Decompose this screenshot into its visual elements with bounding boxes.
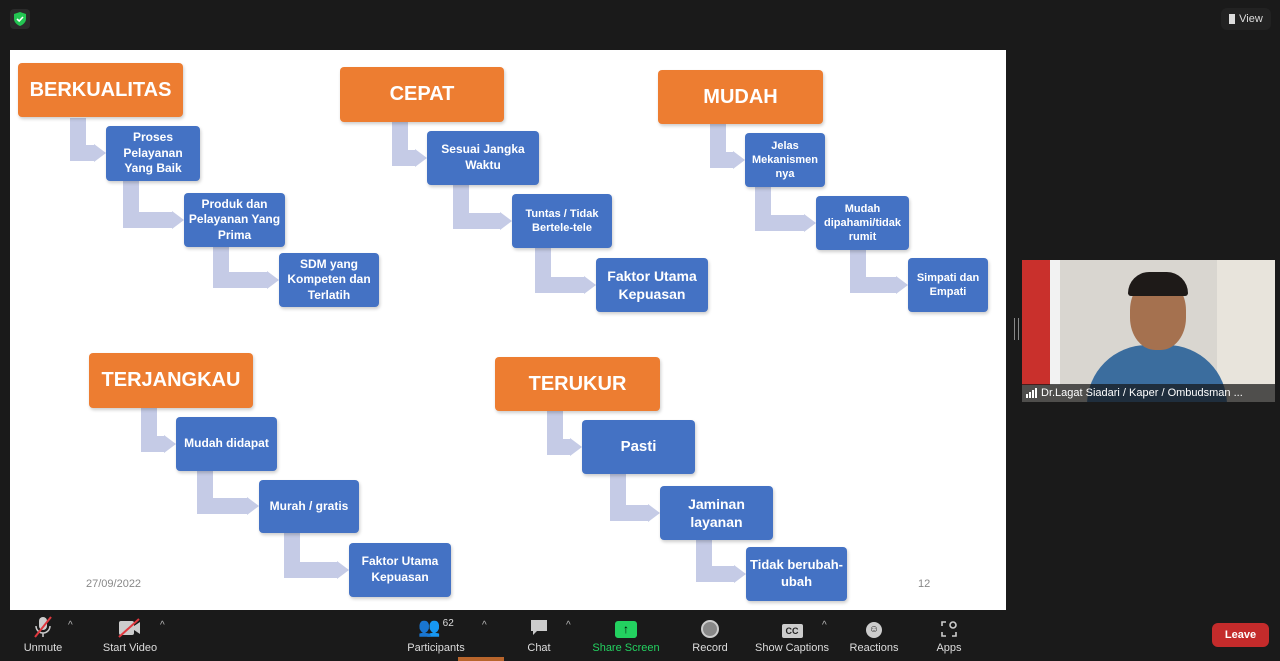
box-sdm: SDM yang Kompeten dan Terlatih [279, 253, 379, 307]
chat-caret-icon[interactable]: ^ [566, 620, 571, 631]
chat-button[interactable]: Chat [519, 610, 559, 661]
captions-icon: CC [754, 610, 830, 638]
panel-resize-handle[interactable] [1014, 318, 1019, 340]
participants-button[interactable]: 👥 62 Participants [404, 610, 468, 661]
shared-slide: BERKUALITAS CEPAT MUDAH TERJANGKAU TERUK… [10, 50, 1006, 610]
show-captions-button[interactable]: CC Show Captions [754, 610, 830, 661]
box-mudah-didapat: Mudah didapat [176, 417, 277, 471]
elbow-arrow [213, 247, 279, 289]
captions-caret-icon[interactable]: ^ [822, 620, 827, 631]
header-mudah: MUDAH [658, 70, 823, 124]
box-faktor-utama-cepat: Faktor Utama Kepuasan [596, 258, 708, 312]
elbow-arrow [123, 181, 184, 229]
elbow-arrow [392, 122, 427, 167]
elbow-arrow [755, 187, 816, 232]
elbow-arrow [70, 118, 106, 162]
video-options-caret-icon[interactable]: ^ [160, 620, 165, 631]
meeting-toolbar: Unmute ^ Start Video ^ 👥 62 Participants … [0, 610, 1280, 661]
box-pasti: Pasti [582, 420, 695, 474]
leave-button[interactable]: Leave [1212, 623, 1269, 647]
box-jaminan-layanan: Jaminan layanan [660, 486, 773, 540]
box-tuntas: Tuntas / Tidak Bertele-tele [512, 194, 612, 248]
header-cepat: CEPAT [340, 67, 504, 122]
slide-page-number: 12 [918, 578, 931, 590]
apps-icon [930, 610, 968, 638]
elbow-arrow [850, 250, 908, 294]
security-shield-icon[interactable] [10, 9, 30, 29]
elbow-arrow [141, 408, 176, 453]
audio-options-caret-icon[interactable]: ^ [68, 620, 73, 631]
box-jelas-mekanisme: Jelas Mekanismen nya [745, 133, 825, 187]
box-produk-pelayanan: Produk dan Pelayanan Yang Prima [184, 193, 285, 247]
header-terjangkau: TERJANGKAU [89, 353, 253, 408]
unmute-button[interactable]: Unmute [18, 610, 68, 661]
flag-image [1022, 260, 1050, 385]
elbow-arrow [453, 185, 512, 230]
record-button[interactable]: Record [688, 610, 732, 661]
participants-icon: 👥 [418, 617, 441, 637]
reactions-icon: ☺ [848, 610, 900, 638]
elbow-arrow [610, 474, 660, 522]
elbow-arrow [197, 471, 259, 515]
view-icon [1229, 14, 1236, 24]
share-screen-button[interactable]: ↑ Share Screen [592, 610, 660, 661]
participants-caret-icon[interactable]: ^ [482, 620, 487, 631]
view-button[interactable]: View [1221, 8, 1271, 30]
share-screen-icon: ↑ [592, 610, 660, 638]
signal-strength-icon [1026, 388, 1037, 398]
box-mudah-dipahami: Mudah dipahami/tidak rumit [816, 196, 909, 250]
elbow-arrow [710, 124, 745, 169]
muted-microphone-icon [18, 610, 68, 638]
participant-video[interactable]: Dr.Lagat Siadari / Kaper / Ombudsman ... [1022, 260, 1275, 402]
box-faktor-utama-terjangkau: Faktor Utama Kepuasan [349, 543, 451, 597]
elbow-arrow [284, 533, 349, 579]
elbow-arrow [547, 411, 582, 456]
video-off-icon [98, 610, 162, 638]
box-simpati-empati: Simpati dan Empati [908, 258, 988, 312]
start-video-button[interactable]: Start Video [98, 610, 162, 661]
slide-date: 27/09/2022 [86, 578, 142, 590]
elbow-arrow [535, 248, 596, 294]
box-sesuai-jangka-waktu: Sesuai Jangka Waktu [427, 131, 539, 185]
elbow-arrow [696, 540, 746, 583]
box-murah-gratis: Murah / gratis [259, 480, 359, 533]
participant-name: Dr.Lagat Siadari / Kaper / Ombudsman ... [1041, 387, 1243, 399]
chat-icon [519, 610, 559, 638]
box-tidak-berubah: Tidak berubah-ubah [746, 547, 847, 601]
header-berkualitas: BERKUALITAS [18, 63, 183, 117]
apps-button[interactable]: Apps [930, 610, 968, 661]
reactions-button[interactable]: ☺ Reactions [848, 610, 900, 661]
record-icon [688, 610, 732, 638]
header-terukur: TERUKUR [495, 357, 660, 411]
box-proses-pelayanan: Proses Pelayanan Yang Baik [106, 126, 200, 181]
